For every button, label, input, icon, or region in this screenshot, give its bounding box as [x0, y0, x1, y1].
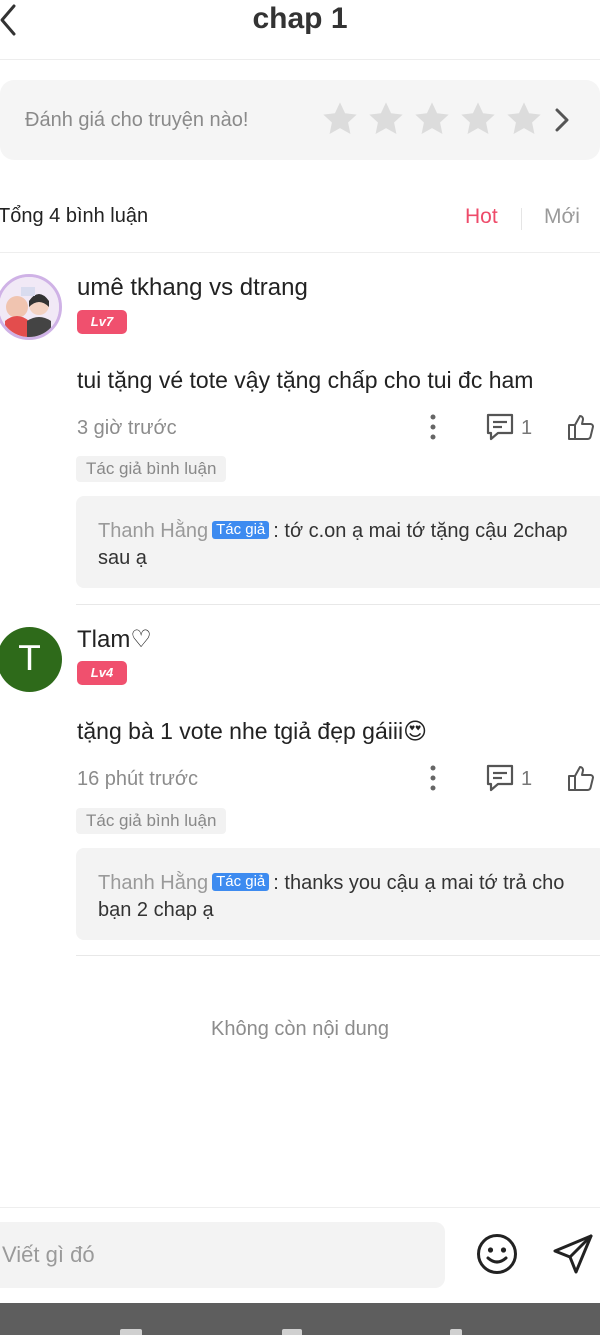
rating-prompt: Đánh giá cho truyện nào!: [25, 109, 249, 131]
thumbs-up-icon[interactable]: [566, 763, 596, 793]
more-options-icon[interactable]: [424, 764, 442, 792]
star-icon[interactable]: [413, 100, 451, 138]
sort-divider: [521, 208, 522, 230]
star-icon[interactable]: [321, 100, 359, 138]
comment-text: tặng bà 1 vote nhe tgiả đẹp gáiii😍: [77, 718, 428, 744]
comment-input[interactable]: [0, 1222, 445, 1288]
avatar[interactable]: [0, 274, 62, 340]
comment-timestamp: 16 phút trước: [77, 768, 199, 790]
send-icon[interactable]: [551, 1232, 595, 1276]
author-commented-tag: Tác giả bình luận: [76, 808, 227, 834]
star-icon[interactable]: [367, 100, 405, 138]
chevron-right-icon[interactable]: [551, 106, 573, 134]
recent-apps-icon[interactable]: [120, 1329, 142, 1335]
comment-divider: [76, 604, 600, 605]
comment-count: Tổng 4 bình luận: [0, 205, 149, 227]
reply-count: 1: [521, 768, 533, 790]
sort-hot-tab[interactable]: Hot: [465, 205, 498, 229]
smile-icon[interactable]: [475, 1232, 519, 1276]
author-commented-tag: Tác giả bình luận: [76, 456, 227, 482]
home-icon[interactable]: [282, 1329, 302, 1335]
thumbs-up-icon[interactable]: [566, 412, 596, 442]
star-icon[interactable]: [505, 100, 543, 138]
reply-count: 1: [521, 417, 533, 439]
top-bar: chap 1: [0, 0, 600, 60]
comment-text: tui tặng vé tote vậy tặng chấp cho tui đ…: [77, 367, 534, 393]
comment-username[interactable]: Tlam♡: [77, 625, 152, 654]
reply-author-name[interactable]: Thanh Hằng: [98, 872, 208, 894]
author-badge: Tác giả: [212, 521, 270, 539]
avatar-photo: [0, 277, 59, 337]
avatar[interactable]: T: [0, 627, 62, 692]
star-icon[interactable]: [459, 100, 497, 138]
system-navigation-bar: [0, 1303, 600, 1335]
comment-username[interactable]: umê tkhang vs dtrang: [77, 274, 308, 302]
page-title: chap 1: [252, 2, 348, 35]
comment-divider: [76, 955, 600, 956]
reply-author-name[interactable]: Thanh Hằng: [98, 520, 208, 542]
end-of-content-label: Không còn nội dung: [211, 1018, 389, 1040]
section-divider: [0, 252, 600, 253]
level-badge: Lv7: [77, 310, 127, 334]
comment-timestamp: 3 giờ trước: [77, 417, 177, 439]
sort-new-tab[interactable]: Mới: [544, 205, 580, 229]
reply-icon[interactable]: [484, 763, 516, 793]
author-badge: Tác giả: [212, 873, 270, 891]
back-icon[interactable]: [450, 1329, 462, 1335]
more-options-icon[interactable]: [424, 413, 442, 441]
reply-icon[interactable]: [484, 412, 516, 442]
level-badge: Lv4: [77, 661, 127, 685]
author-reply[interactable]: Thanh Hằng Tác giả: thanks you cậu ạ mai …: [76, 848, 600, 940]
author-reply[interactable]: Thanh Hằng Tác giả: tớ c.on ạ mai tớ tặng…: [76, 496, 600, 588]
